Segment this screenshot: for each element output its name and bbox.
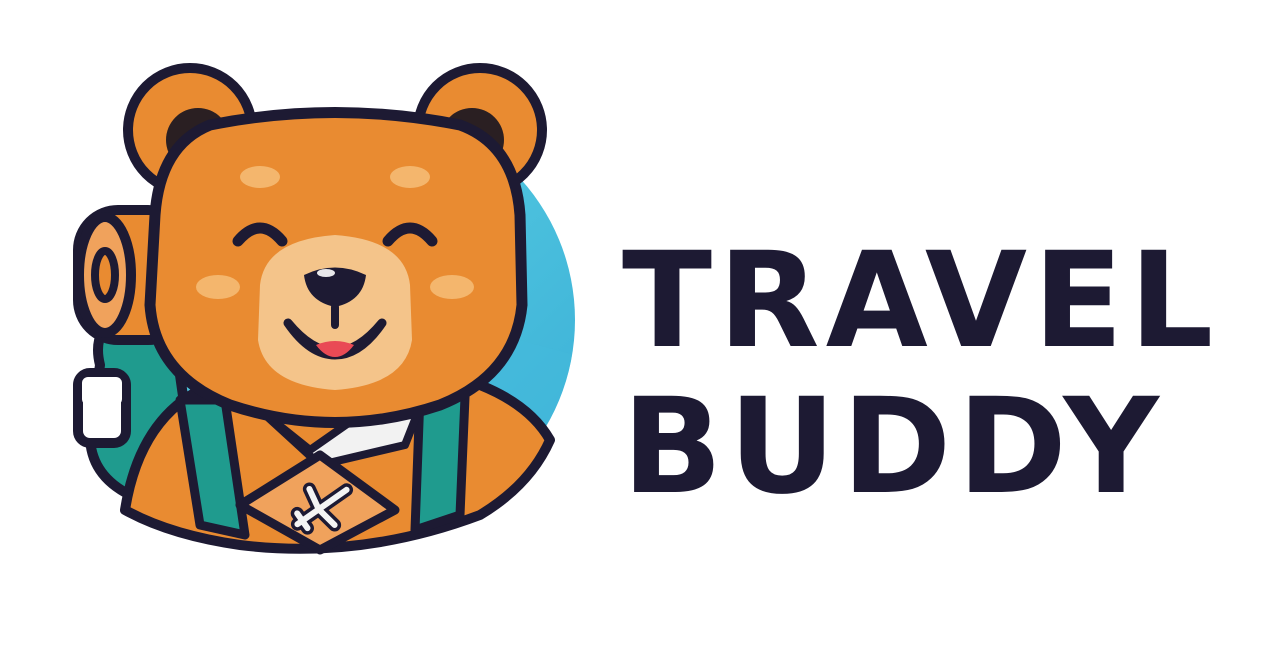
bear-head — [144, 107, 528, 428]
brand-line-2: BUDDY — [622, 370, 1165, 524]
bear-backpacker-icon — [73, 63, 575, 555]
travel-buddy-logo: TRAVEL BUDDY — [0, 0, 1280, 651]
brand-line-1: TRAVEL — [622, 224, 1220, 378]
brand-wordmark: TRAVEL BUDDY — [622, 228, 1262, 520]
